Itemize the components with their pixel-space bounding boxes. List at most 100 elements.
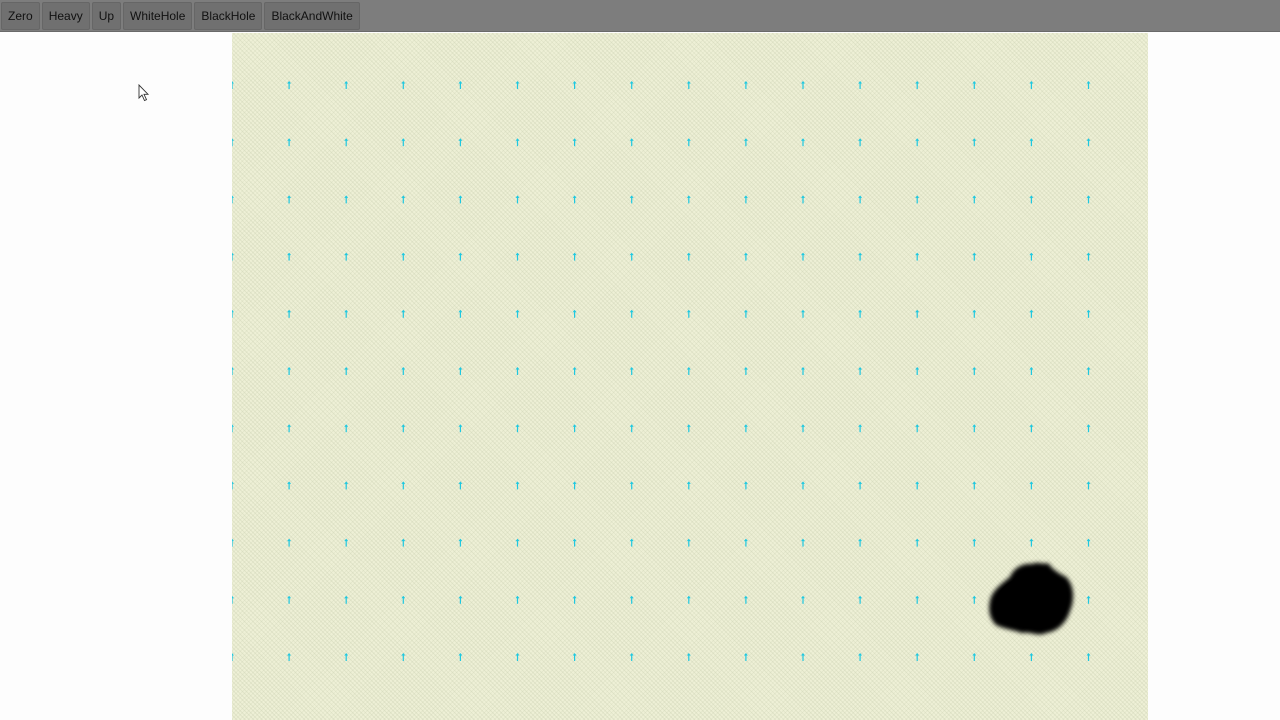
field-arrow-icon [287,81,292,89]
field-arrow-icon [629,81,634,89]
field-arrow-icon [572,538,577,547]
field-arrow-icon [972,481,977,490]
field-arrow-icon [458,367,463,375]
field-arrow-icon [458,81,463,89]
field-arrow-icon [401,653,406,661]
zero-button[interactable]: Zero [1,1,40,30]
field-arrow-icon [1029,309,1034,318]
field-arrow-icon [629,367,634,375]
field-arrow-icon [1029,195,1034,204]
field-arrow-icon [572,653,577,661]
blackandwhite-button[interactable]: BlackAndWhite [264,1,360,30]
field-arrow-icon [629,538,634,547]
field-arrow-icon [458,481,463,490]
black-hole-core [996,570,1068,628]
field-arrow-icon [515,538,520,547]
field-arrow-icon [344,81,349,89]
field-arrow-icon [572,81,577,89]
field-arrow-icon [515,653,520,661]
field-arrow-icon [572,367,577,375]
field-arrow-icon [629,595,634,604]
field-arrow-icon [344,653,349,661]
field-arrow-icon [401,195,406,204]
field-arrow-icon [1086,538,1091,547]
whitehole-button[interactable]: WhiteHole [123,1,193,30]
field-arrow-icon [515,481,520,490]
field-arrow-icon [1086,481,1091,490]
field-arrow-icon [743,138,748,147]
field-arrow-icon [1086,367,1091,375]
field-arrow-icon [344,138,349,147]
field-arrow-icon [915,424,920,433]
field-arrow-icon [344,195,349,204]
field-arrow-icon [232,252,234,261]
field-arrow-icon [1086,653,1091,661]
field-arrow-icon [572,138,577,147]
field-arrow-icon [915,481,920,490]
field-arrow-icon [1029,81,1034,89]
field-arrow-icon [801,309,805,318]
field-arrow-icon [629,424,634,433]
field-arrow-icon [801,138,805,147]
field-arrow-icon [858,481,863,490]
field-arrow-icon [801,424,805,433]
field-arrow-icon [858,424,863,433]
field-arrow-icon [915,252,920,261]
field-arrow-icon [743,252,748,261]
field-arrow-icon [287,653,292,661]
field-arrow-icon [915,595,920,604]
field-arrow-icon [232,481,234,490]
field-arrow-icon [515,138,520,147]
field-arrow-icon [401,424,406,433]
field-arrow-icon [972,252,977,261]
field-arrow-icon [1029,138,1034,147]
field-arrow-icon [515,367,520,375]
arrow-grid [232,81,1091,661]
field-arrow-icon [743,653,748,661]
field-arrow-icon [801,595,805,604]
field-arrow-icon [629,653,634,661]
black-hole[interactable] [989,562,1074,635]
field-arrow-icon [232,81,234,89]
field-arrow-icon [743,309,748,318]
field-arrow-icon [572,252,577,261]
field-arrow-icon [858,367,863,375]
field-arrow-icon [1086,595,1091,604]
blackhole-button[interactable]: BlackHole [194,1,263,30]
field-arrow-icon [232,367,234,375]
field-arrow-icon [344,481,349,490]
field-arrow-icon [629,481,634,490]
field-arrow-icon [629,309,634,318]
field-arrow-icon [401,309,406,318]
field-arrow-icon [515,424,520,433]
field-arrow-icon [686,653,691,661]
field-arrow-icon [686,424,691,433]
field-arrow-icon [972,309,977,318]
field-arrow-icon [858,595,863,604]
field-arrow-icon [1029,424,1034,433]
field-arrow-icon [458,653,463,661]
field-arrow-icon [287,367,292,375]
field-arrow-icon [972,195,977,204]
field-arrow-icon [801,538,805,547]
field-arrow-icon [401,138,406,147]
field-arrow-icon [858,81,863,89]
heavy-button[interactable]: Heavy [41,1,90,30]
field-arrow-icon [686,138,691,147]
field-arrow-icon [232,195,234,204]
vector-field-canvas[interactable] [232,33,1148,720]
field-arrow-icon [1086,138,1091,147]
up-button[interactable]: Up [91,1,122,30]
field-arrow-icon [344,252,349,261]
field-arrow-icon [401,595,406,604]
field-arrow-icon [458,195,463,204]
field-arrow-icon [686,81,691,89]
field-arrow-icon [743,81,748,89]
field-arrow-icon [401,367,406,375]
field-arrow-icon [743,481,748,490]
field-arrow-icon [344,309,349,318]
field-arrow-icon [972,81,977,89]
field-arrow-icon [344,424,349,433]
field-arrow-icon [287,595,292,604]
field-arrow-icon [743,424,748,433]
